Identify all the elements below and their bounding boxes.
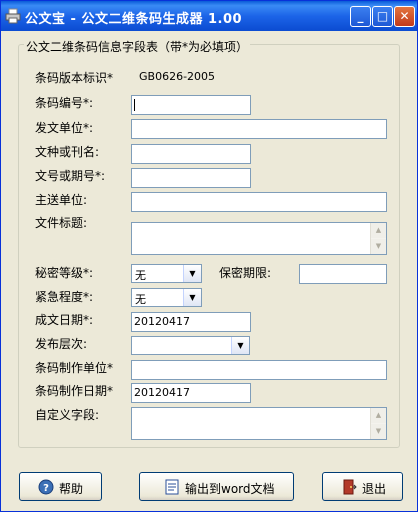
doc-no-input[interactable] xyxy=(131,168,251,188)
secret-period-label: 保密期限: xyxy=(219,266,272,280)
custom-label: 自定义字段: xyxy=(35,408,100,422)
version-label: 条码版本标识* xyxy=(35,71,114,85)
version-value: GB0626-2005 xyxy=(139,70,216,83)
maker-input[interactable] xyxy=(131,360,387,380)
recipient-input[interactable] xyxy=(131,192,387,212)
svg-text:?: ? xyxy=(43,483,49,494)
help-icon: ? xyxy=(38,479,54,495)
custom-scrollbar[interactable]: ▲ ▼ xyxy=(370,408,386,439)
chevron-down-icon[interactable]: ▼ xyxy=(183,289,201,306)
exit-door-icon xyxy=(343,479,357,495)
export-word-button-label: 输出到word文档 xyxy=(185,482,275,496)
doc-no-label: 文号或期号*: xyxy=(35,169,106,183)
chevron-down-icon[interactable]: ▼ xyxy=(183,265,201,282)
recipient-label: 主送单位: xyxy=(35,193,88,207)
make-date-input[interactable]: 20120417 xyxy=(131,383,251,403)
window-title: 公文宝 - 公文二维条码生成器 1.00 xyxy=(25,12,243,27)
urgency-label: 紧急程度*: xyxy=(35,290,94,304)
doc-title-scrollbar[interactable]: ▲ ▼ xyxy=(370,223,386,254)
date-label: 成文日期*: xyxy=(35,313,94,327)
barcode-no-input[interactable] xyxy=(131,95,251,115)
level-label: 发布层次: xyxy=(35,337,88,351)
scroll-up-arrow-icon[interactable]: ▲ xyxy=(371,408,386,423)
title-bar[interactable]: 公文宝 - 公文二维条码生成器 1.00 _ □ ✕ xyxy=(1,1,417,31)
exit-button[interactable]: 退出 xyxy=(322,472,403,501)
close-button[interactable]: ✕ xyxy=(394,6,415,27)
urgency-select[interactable]: 无 ▼ xyxy=(131,288,202,307)
level-select[interactable]: ▼ xyxy=(131,336,250,355)
make-date-label: 条码制作日期* xyxy=(35,384,114,398)
scroll-down-arrow-icon[interactable]: ▼ xyxy=(371,424,386,439)
maximize-button[interactable]: □ xyxy=(372,6,393,27)
doc-type-input[interactable] xyxy=(131,144,251,164)
maker-label: 条码制作单位* xyxy=(35,361,114,375)
main-window: 公文宝 - 公文二维条码生成器 1.00 _ □ ✕ 公文二维条码信息字段表（带… xyxy=(0,0,418,512)
help-button[interactable]: ? 帮助 xyxy=(19,472,102,501)
secret-level-label: 秘密等级*: xyxy=(35,266,94,280)
export-word-button[interactable]: 输出到word文档 xyxy=(139,472,294,501)
scroll-down-arrow-icon[interactable]: ▼ xyxy=(371,239,386,254)
issuer-input[interactable] xyxy=(131,119,387,139)
bottom-strip xyxy=(0,512,418,516)
exit-button-label: 退出 xyxy=(362,482,387,496)
custom-textarea[interactable]: ▲ ▼ xyxy=(131,407,387,440)
issuer-label: 发文单位*: xyxy=(35,121,94,135)
barcode-no-label: 条码编号*: xyxy=(35,96,94,110)
secret-level-select[interactable]: 无 ▼ xyxy=(131,264,202,283)
secret-level-value: 无 xyxy=(135,269,146,282)
group-legend: 公文二维条码信息字段表（带*为必填项） xyxy=(24,38,251,55)
printer-icon xyxy=(5,8,21,24)
secret-period-input[interactable] xyxy=(299,264,387,284)
urgency-value: 无 xyxy=(135,293,146,306)
doc-title-label: 文件标题: xyxy=(35,216,88,230)
help-button-label: 帮助 xyxy=(59,482,84,496)
scroll-up-arrow-icon[interactable]: ▲ xyxy=(371,223,386,238)
word-document-icon xyxy=(165,479,179,495)
doc-title-textarea[interactable]: ▲ ▼ xyxy=(131,222,387,255)
text-caret xyxy=(134,99,135,111)
chevron-down-icon[interactable]: ▼ xyxy=(231,337,249,354)
date-input[interactable]: 20120417 xyxy=(131,312,251,332)
minimize-button[interactable]: _ xyxy=(350,6,371,27)
doc-type-label: 文种或刊名: xyxy=(35,145,100,159)
